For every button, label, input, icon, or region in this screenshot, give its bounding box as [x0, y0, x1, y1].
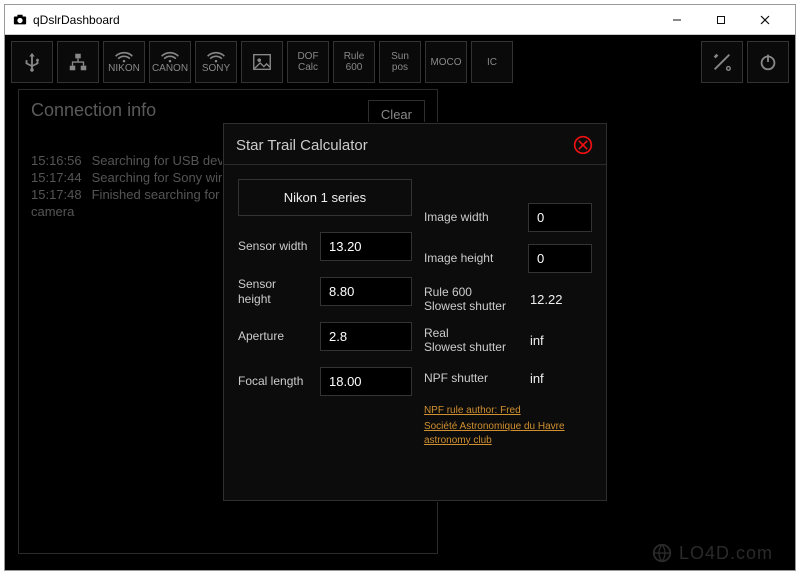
window-title: qDslrDashboard [33, 13, 120, 27]
dialog-title: Star Trail Calculator [236, 137, 368, 154]
tools-icon [711, 51, 733, 73]
log-message-tail: camera [31, 204, 74, 219]
npf-credit-club[interactable]: Société Astronomique du Havre astronomy … [424, 420, 592, 448]
toolbar-power[interactable] [747, 41, 789, 83]
connection-info-title: Connection info [31, 100, 156, 121]
toolbar-ic-label: IC [487, 57, 497, 68]
dialog-close-button[interactable] [572, 134, 594, 156]
npf-credit-author[interactable]: NPF rule author: Fred [424, 404, 592, 418]
image-height-label: Image height [424, 251, 520, 265]
aperture-label: Aperture [238, 329, 312, 343]
image-width-label: Image width [424, 210, 520, 224]
toolbar-dof-calc[interactable]: DOF Calc [287, 41, 329, 83]
close-red-icon [573, 135, 593, 155]
npf-shutter-value: inf [528, 367, 592, 390]
toolbar-network[interactable] [57, 41, 99, 83]
sensor-height-label: Sensor height [238, 277, 312, 306]
app-window: qDslrDashboard NIKON CANON SONY [4, 4, 796, 571]
log-time: 15:17:44 [31, 170, 82, 185]
content-area: Connection info Clear 15:16:56 Searching… [5, 89, 795, 570]
image-icon [251, 51, 273, 73]
watermark: LO4D.com [651, 542, 773, 564]
toolbar-rule-600[interactable]: Rule 600 [333, 41, 375, 83]
toolbar-ic[interactable]: IC [471, 41, 513, 83]
window-close[interactable] [743, 5, 787, 35]
toolbar-nikon-label: NIKON [108, 63, 140, 74]
wifi-icon [160, 51, 180, 63]
toolbar-moco[interactable]: MOCO [425, 41, 467, 83]
toolbar-moco-label: MOCO [430, 57, 461, 68]
toolbar-settings[interactable] [701, 41, 743, 83]
wifi-icon [206, 51, 226, 63]
usb-icon [21, 51, 43, 73]
star-trail-calculator-dialog: Star Trail Calculator Nikon 1 series Sen… [223, 123, 607, 501]
close-icon [760, 15, 770, 25]
app-icon [13, 13, 27, 27]
toolbar: NIKON CANON SONY DOF Calc Rule 600 Sun p… [5, 35, 795, 89]
sensor-width-input[interactable]: 13.20 [320, 232, 412, 261]
camera-series-selector[interactable]: Nikon 1 series [238, 179, 412, 216]
toolbar-canon-label: CANON [152, 63, 188, 74]
minimize-icon [672, 15, 682, 25]
window-minimize[interactable] [655, 5, 699, 35]
toolbar-sunpos-label: Sun pos [391, 51, 409, 73]
npf-shutter-label: NPF shutter [424, 371, 520, 385]
toolbar-sony[interactable]: SONY [195, 41, 237, 83]
log-time: 15:16:56 [31, 153, 82, 168]
toolbar-nikon[interactable]: NIKON [103, 41, 145, 83]
toolbar-canon[interactable]: CANON [149, 41, 191, 83]
log-time: 15:17:48 [31, 187, 82, 202]
wifi-icon [114, 51, 134, 63]
dialog-titlebar: Star Trail Calculator [224, 124, 606, 165]
toolbar-usb[interactable] [11, 41, 53, 83]
sensor-width-label: Sensor width [238, 239, 312, 253]
focal-length-input[interactable]: 18.00 [320, 367, 412, 396]
toolbar-image[interactable] [241, 41, 283, 83]
rule600-shutter-label: Rule 600 Slowest shutter [424, 285, 520, 314]
aperture-input[interactable]: 2.8 [320, 322, 412, 351]
image-height-input[interactable]: 0 [528, 244, 592, 273]
toolbar-rule600-label: Rule 600 [344, 51, 365, 73]
window-maximize[interactable] [699, 5, 743, 35]
toolbar-sun-pos[interactable]: Sun pos [379, 41, 421, 83]
globe-icon [651, 542, 673, 564]
rule600-shutter-value: 12.22 [528, 288, 592, 311]
network-icon [67, 51, 89, 73]
toolbar-sony-label: SONY [202, 63, 230, 74]
sensor-height-input[interactable]: 8.80 [320, 277, 412, 306]
power-icon [757, 51, 779, 73]
toolbar-dof-label: DOF Calc [297, 51, 318, 73]
titlebar: qDslrDashboard [5, 5, 795, 35]
focal-length-label: Focal length [238, 374, 312, 388]
real-shutter-label: Real Slowest shutter [424, 326, 520, 355]
image-width-input[interactable]: 0 [528, 203, 592, 232]
maximize-icon [716, 15, 726, 25]
real-shutter-value: inf [528, 329, 592, 352]
watermark-text: LO4D.com [679, 543, 773, 564]
